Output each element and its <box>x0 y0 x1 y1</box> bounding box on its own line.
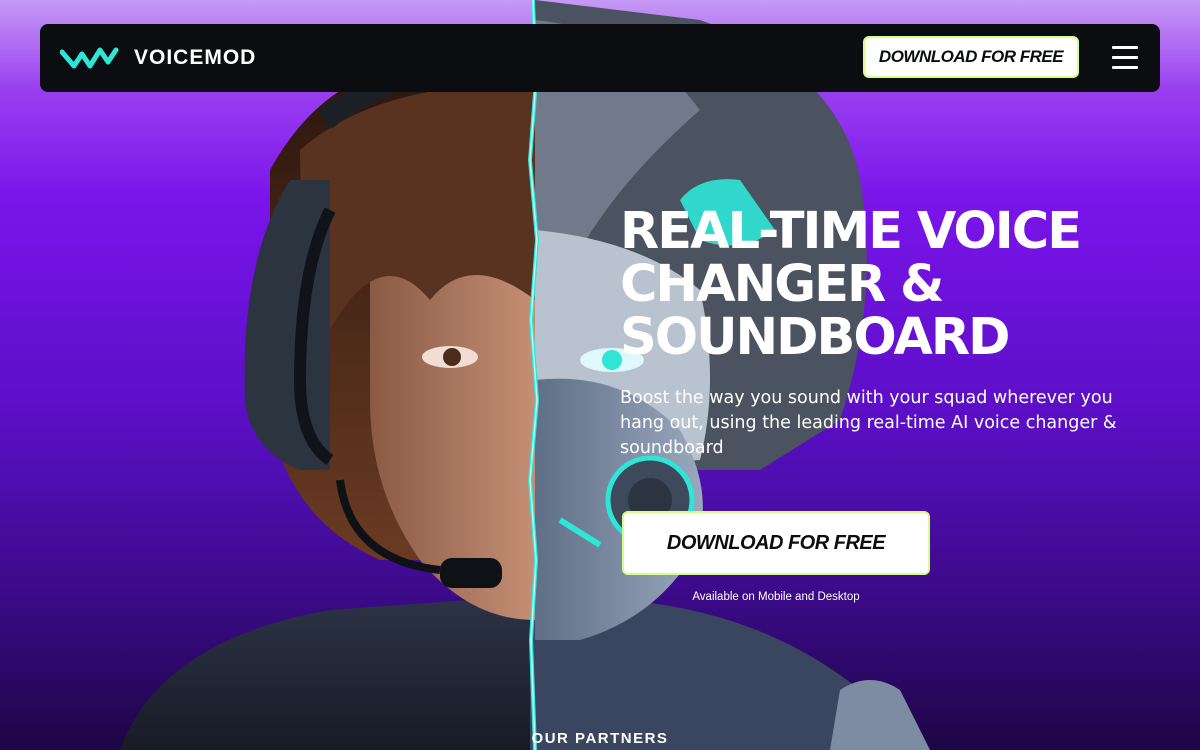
availability-note: Available on Mobile and Desktop <box>692 591 860 603</box>
hero-headline: REAL-TIME VOICE CHANGER & SOUNDBOARD <box>620 205 1140 364</box>
hamburger-menu-icon[interactable] <box>1112 46 1140 70</box>
top-navbar: VOICEMOD DOWNLOAD FOR FREE <box>40 24 1160 92</box>
brand-name: VOICEMOD <box>134 46 257 69</box>
nav-download-button[interactable]: DOWNLOAD FOR FREE <box>863 36 1079 78</box>
voicemod-logo[interactable]: VOICEMOD <box>60 44 256 72</box>
partners-heading: OUR PARTNERS <box>531 730 669 747</box>
headline-line: REAL-TIME VOICE <box>620 202 1082 261</box>
hero-section: VOICEMOD DOWNLOAD FOR FREE REAL-TIME VOI… <box>0 0 1200 750</box>
headline-line: CHANGER & <box>620 255 944 314</box>
hero-download-button[interactable]: DOWNLOAD FOR FREE <box>622 511 930 575</box>
hero-illustration <box>120 0 930 750</box>
headline-line: SOUNDBOARD <box>620 308 1010 367</box>
voicemod-logo-mark-icon <box>60 47 119 69</box>
hero-subtitle: Boost the way you sound with your squad … <box>620 388 1117 458</box>
